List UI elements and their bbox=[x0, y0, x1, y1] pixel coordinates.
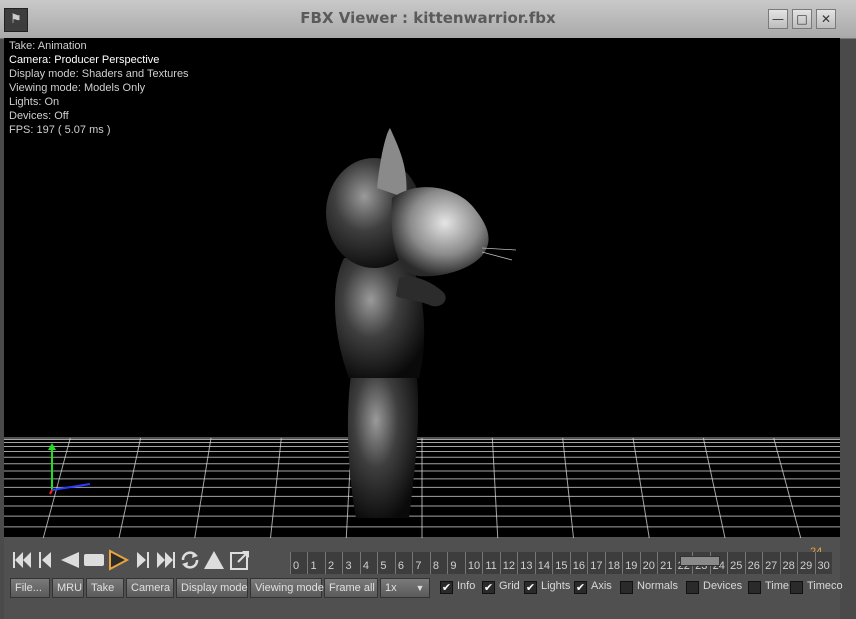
skip-to-start-icon bbox=[13, 552, 31, 568]
timeline-tick[interactable]: 13 bbox=[517, 552, 535, 574]
timeline-tick[interactable]: 10 bbox=[464, 552, 483, 574]
timeline-tick[interactable]: 28 bbox=[779, 552, 798, 574]
kitten-warrior-model bbox=[326, 128, 517, 518]
info-overlay: Take: Animation Camera: Producer Perspec… bbox=[9, 39, 189, 137]
checkbox-timeco[interactable] bbox=[790, 581, 803, 594]
timeline-tick[interactable]: 20 bbox=[639, 552, 658, 574]
timeline-tick[interactable]: 27 bbox=[762, 552, 780, 574]
timeline-tick[interactable]: 19 bbox=[622, 552, 640, 574]
checkbox-lights[interactable]: ✔ bbox=[524, 581, 537, 594]
timeline-tick[interactable]: 29 bbox=[797, 552, 815, 574]
timeline-tick[interactable]: 8 bbox=[429, 552, 448, 574]
skip-to-start-button[interactable] bbox=[10, 548, 34, 572]
window-title: FBX Viewer : kittenwarrior.fbx bbox=[300, 9, 556, 27]
checkbox-axis[interactable]: ✔ bbox=[574, 581, 587, 594]
checkbox-label-info[interactable]: Info bbox=[457, 580, 475, 592]
minimize-icon: — bbox=[772, 12, 784, 26]
timeline-tick[interactable]: 1 bbox=[307, 552, 325, 574]
viewing-mode-button[interactable]: Viewing mode bbox=[250, 578, 324, 598]
file-button[interactable]: File... bbox=[10, 578, 50, 598]
info-display-mode: Display mode: Shaders and Textures bbox=[9, 68, 189, 80]
checkbox-info[interactable]: ✔ bbox=[440, 581, 453, 594]
camera-button[interactable]: Camera bbox=[126, 578, 174, 598]
maximize-icon: □ bbox=[796, 12, 808, 26]
info-fps: FPS: 197 ( 5.07 ms ) bbox=[9, 124, 111, 136]
skip-to-end-icon bbox=[157, 552, 175, 568]
timeline-tick[interactable]: 9 bbox=[447, 552, 465, 574]
checkbox-time[interactable] bbox=[748, 581, 761, 594]
checkbox-label-devices[interactable]: Devices bbox=[703, 580, 742, 592]
play-reverse-icon bbox=[61, 552, 79, 568]
play-button[interactable] bbox=[106, 548, 130, 572]
checkbox-label-time[interactable]: Time bbox=[765, 580, 789, 592]
checkbox-grid[interactable]: ✔ bbox=[482, 581, 495, 594]
step-forward-icon bbox=[137, 552, 149, 568]
timeline-tick[interactable]: 26 bbox=[744, 552, 763, 574]
timeline-tick[interactable]: 7 bbox=[412, 552, 430, 574]
timeline-scrubber[interactable] bbox=[680, 556, 720, 566]
play-reverse-button[interactable] bbox=[58, 548, 82, 572]
timeline-slider[interactable]: 0 1 2 3 4 5 6 7 8 9 10 11 12 13 14 15 16 17 18 19 20 21 22 23 24… bbox=[290, 552, 832, 574]
step-back-icon bbox=[39, 552, 51, 568]
take-button[interactable]: Take bbox=[86, 578, 124, 598]
3d-viewport[interactable]: Take: Animation Camera: Producer Perspec… bbox=[4, 38, 840, 538]
play-icon bbox=[109, 549, 130, 571]
close-icon: ✕ bbox=[820, 12, 832, 26]
timeline-tick[interactable]: 16 bbox=[569, 552, 588, 574]
export-button[interactable] bbox=[228, 548, 252, 572]
minimize-button[interactable]: — bbox=[768, 9, 788, 29]
checkbox-label-axis[interactable]: Axis bbox=[591, 580, 612, 592]
timeline-tick[interactable]: 14 bbox=[534, 552, 553, 574]
checkbox-label-grid[interactable]: Grid bbox=[499, 580, 520, 592]
checkbox-devices[interactable] bbox=[686, 581, 699, 594]
timeline-tick[interactable]: 5 bbox=[377, 552, 395, 574]
timeline-tick[interactable]: 15 bbox=[552, 552, 570, 574]
chevron-down-icon: ▼ bbox=[415, 583, 425, 593]
timeline-tick[interactable]: 4 bbox=[359, 552, 378, 574]
info-devices: Devices: Off bbox=[9, 110, 69, 122]
timeline-tick[interactable]: 25 bbox=[727, 552, 745, 574]
eject-icon bbox=[204, 551, 224, 569]
checkbox-label-lights[interactable]: Lights bbox=[541, 580, 570, 592]
info-take: Take: Animation bbox=[9, 40, 87, 52]
checkbox-label-timeco[interactable]: Timeco bbox=[807, 580, 843, 592]
eject-button[interactable] bbox=[202, 548, 226, 572]
frame-all-button[interactable]: Frame all bbox=[324, 578, 378, 598]
control-panel: 24 0123456789101112131415161718192021222… bbox=[4, 538, 843, 619]
speed-value: 1x bbox=[385, 582, 397, 594]
loop-button[interactable] bbox=[178, 548, 202, 572]
step-forward-button[interactable] bbox=[130, 548, 154, 572]
title-bar[interactable]: ⚑ FBX Viewer : kittenwarrior.fbx — □ ✕ bbox=[0, 0, 856, 39]
fbx-viewer-window: ⚑ FBX Viewer : kittenwarrior.fbx — □ ✕ T… bbox=[0, 0, 856, 619]
mru-button[interactable]: MRU bbox=[52, 578, 84, 598]
timeline-tick[interactable]: 2 bbox=[324, 552, 343, 574]
axis-gizmo bbox=[48, 443, 91, 495]
timeline-tick[interactable]: 11 bbox=[482, 552, 500, 574]
export-icon bbox=[230, 551, 249, 570]
floor-grid bbox=[4, 437, 840, 538]
checkbox-label-normals[interactable]: Normals bbox=[637, 580, 678, 592]
stop-icon bbox=[84, 554, 104, 566]
timeline-tick[interactable]: 21 bbox=[657, 552, 675, 574]
timeline-tick[interactable]: 18 bbox=[604, 552, 623, 574]
info-camera: Camera: Producer Perspective bbox=[9, 54, 160, 66]
step-back-button[interactable] bbox=[34, 548, 58, 572]
display-mode-button[interactable]: Display mode bbox=[176, 578, 248, 598]
info-lights: Lights: On bbox=[9, 96, 60, 108]
timeline-tick[interactable]: 3 bbox=[342, 552, 360, 574]
timeline-tick[interactable]: 30 bbox=[814, 552, 832, 574]
maximize-button[interactable]: □ bbox=[792, 9, 812, 29]
skip-to-end-button[interactable] bbox=[154, 548, 178, 572]
checkbox-normals[interactable] bbox=[620, 581, 633, 594]
timeline-tick[interactable]: 12 bbox=[499, 552, 518, 574]
timeline-tick[interactable]: 17 bbox=[587, 552, 605, 574]
info-viewing-mode: Viewing mode: Models Only bbox=[9, 82, 146, 94]
speed-select[interactable]: 1x ▼ bbox=[380, 578, 430, 598]
timeline-tick[interactable]: 0 bbox=[290, 552, 308, 574]
loop-icon bbox=[181, 551, 199, 569]
timeline-tick[interactable]: 6 bbox=[394, 552, 413, 574]
stop-button[interactable] bbox=[82, 548, 106, 572]
close-button[interactable]: ✕ bbox=[816, 9, 836, 29]
